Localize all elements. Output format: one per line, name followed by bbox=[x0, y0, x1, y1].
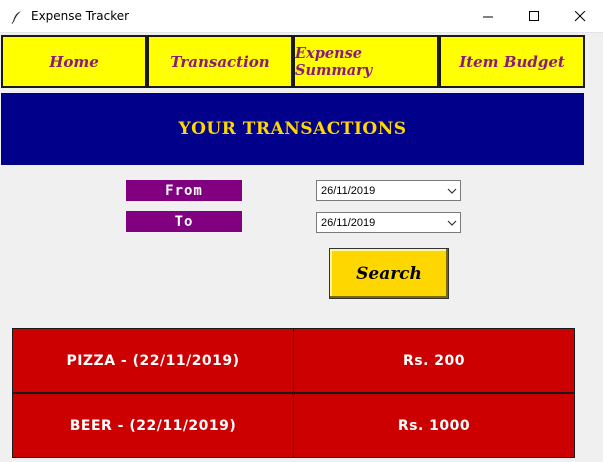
tab-item-budget[interactable]: Item Budget bbox=[439, 35, 585, 88]
feather-icon bbox=[10, 9, 24, 24]
window-title: Expense Tracker bbox=[31, 9, 130, 23]
transaction-amount: Rs. 1000 bbox=[293, 393, 575, 458]
close-icon bbox=[575, 11, 586, 22]
transaction-item: PIZZA - (22/11/2019) bbox=[12, 328, 294, 393]
minimize-button[interactable] bbox=[465, 0, 511, 33]
table-row: PIZZA - (22/11/2019) Rs. 200 bbox=[12, 328, 575, 393]
transaction-item: BEER - (22/11/2019) bbox=[12, 393, 294, 458]
to-date-value: 26/11/2019 bbox=[321, 216, 376, 229]
page-banner: YOUR TRANSACTIONS bbox=[1, 93, 584, 165]
transaction-amount: Rs. 200 bbox=[293, 328, 575, 393]
maximize-button[interactable] bbox=[511, 0, 557, 33]
table-row: BEER - (22/11/2019) Rs. 1000 bbox=[12, 393, 575, 458]
page-title: YOUR TRANSACTIONS bbox=[178, 119, 407, 139]
from-date-value: 26/11/2019 bbox=[321, 184, 376, 197]
to-label: To bbox=[126, 211, 242, 232]
from-date-dropdown[interactable]: 26/11/2019 bbox=[316, 180, 461, 201]
tab-home[interactable]: Home bbox=[1, 35, 147, 88]
from-label: From bbox=[126, 180, 242, 201]
nav-bar: Home Transaction Expense Summary Item Bu… bbox=[1, 35, 585, 88]
title-bar: Expense Tracker bbox=[0, 0, 603, 33]
tab-transaction[interactable]: Transaction bbox=[147, 35, 293, 88]
chevron-down-icon bbox=[447, 188, 457, 194]
transactions-table: PIZZA - (22/11/2019) Rs. 200 BEER - (22/… bbox=[12, 328, 575, 458]
minimize-icon bbox=[483, 16, 493, 18]
search-button[interactable]: Search bbox=[329, 248, 449, 299]
chevron-down-icon bbox=[447, 220, 457, 226]
close-button[interactable] bbox=[557, 0, 603, 33]
to-date-dropdown[interactable]: 26/11/2019 bbox=[316, 212, 461, 233]
maximize-icon bbox=[529, 11, 539, 21]
tab-expense-summary[interactable]: Expense Summary bbox=[293, 35, 439, 88]
